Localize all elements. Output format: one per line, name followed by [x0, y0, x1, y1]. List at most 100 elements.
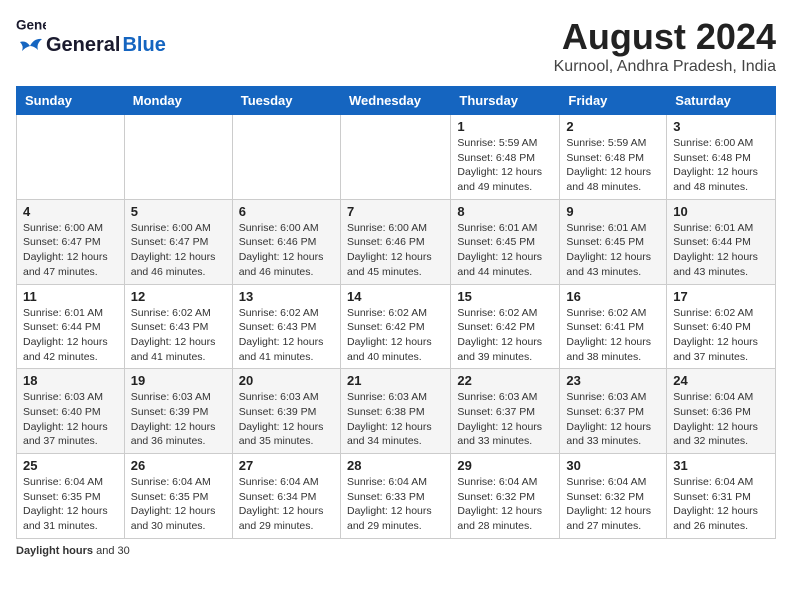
day-info: Sunrise: 6:04 AM Sunset: 6:33 PM Dayligh…	[347, 475, 444, 534]
day-info: Sunrise: 6:02 AM Sunset: 6:42 PM Dayligh…	[457, 306, 553, 365]
calendar-cell: 3 Sunrise: 6:00 AM Sunset: 6:48 PM Daylig…	[667, 115, 776, 200]
day-number: 21	[347, 373, 444, 388]
day-info: Sunrise: 6:01 AM Sunset: 6:44 PM Dayligh…	[673, 221, 769, 280]
weekday-header-row: SundayMondayTuesdayWednesdayThursdayFrid…	[17, 87, 776, 115]
calendar-cell: 25Sunrise: 6:04 AM Sunset: 6:35 PM Dayli…	[17, 454, 125, 539]
day-number: 9	[566, 204, 660, 219]
day-number: 22	[457, 373, 553, 388]
day-number: 10	[673, 204, 769, 219]
day-info: Sunrise: 6:02 AM Sunset: 6:40 PM Dayligh…	[673, 306, 769, 365]
calendar-cell: 12Sunrise: 6:02 AM Sunset: 6:43 PM Dayli…	[124, 284, 232, 369]
day-info: Sunrise: 6:02 AM Sunset: 6:43 PM Dayligh…	[131, 306, 226, 365]
calendar-cell: 11Sunrise: 6:01 AM Sunset: 6:44 PM Dayli…	[17, 284, 125, 369]
calendar-cell: 30Sunrise: 6:04 AM Sunset: 6:32 PM Dayli…	[560, 454, 667, 539]
day-number: 7	[347, 204, 444, 219]
weekday-header-thursday: Thursday	[451, 87, 560, 115]
day-number: 29	[457, 458, 553, 473]
calendar-cell: 14Sunrise: 6:02 AM Sunset: 6:42 PM Dayli…	[340, 284, 450, 369]
day-info: Sunrise: 6:03 AM Sunset: 6:38 PM Dayligh…	[347, 390, 444, 449]
day-number: 19	[131, 373, 226, 388]
calendar-cell: 29 Sunrise: 6:04 AM Sunset: 6:32 PM Dayli…	[451, 454, 560, 539]
calendar-cell: 22 Sunrise: 6:03 AM Sunset: 6:37 PM Dayli…	[451, 369, 560, 454]
calendar-cell: 13 Sunrise: 6:02 AM Sunset: 6:43 PM Dayli…	[232, 284, 340, 369]
weekday-header-tuesday: Tuesday	[232, 87, 340, 115]
day-number: 1	[457, 119, 553, 134]
day-number: 20	[239, 373, 334, 388]
calendar-cell: 8 Sunrise: 6:01 AM Sunset: 6:45 PM Daylig…	[451, 199, 560, 284]
day-info: Sunrise: 6:00 AM Sunset: 6:47 PM Dayligh…	[131, 221, 226, 280]
footer-note: Daylight hours and 30	[16, 545, 776, 557]
calendar-cell: 27 Sunrise: 6:04 AM Sunset: 6:34 PM Dayli…	[232, 454, 340, 539]
day-info: Sunrise: 6:01 AM Sunset: 6:45 PM Dayligh…	[457, 221, 553, 280]
day-number: 18	[23, 373, 118, 388]
day-number: 14	[347, 289, 444, 304]
day-info: Sunrise: 5:59 AM Sunset: 6:48 PM Dayligh…	[457, 136, 553, 195]
day-info: Sunrise: 6:03 AM Sunset: 6:37 PM Dayligh…	[457, 390, 553, 449]
day-info: Sunrise: 6:01 AM Sunset: 6:45 PM Dayligh…	[566, 221, 660, 280]
day-number: 13	[239, 289, 334, 304]
weekday-header-sunday: Sunday	[17, 87, 125, 115]
footer-label: Daylight hours	[16, 545, 93, 557]
calendar-cell: 19Sunrise: 6:03 AM Sunset: 6:39 PM Dayli…	[124, 369, 232, 454]
calendar-cell	[17, 115, 125, 200]
day-info: Sunrise: 6:00 AM Sunset: 6:47 PM Dayligh…	[23, 221, 118, 280]
day-info: Sunrise: 6:00 AM Sunset: 6:48 PM Dayligh…	[673, 136, 769, 195]
calendar-cell: 26 Sunrise: 6:04 AM Sunset: 6:35 PM Dayli…	[124, 454, 232, 539]
calendar-cell: 31Sunrise: 6:04 AM Sunset: 6:31 PM Dayli…	[667, 454, 776, 539]
calendar-cell: 10 Sunrise: 6:01 AM Sunset: 6:44 PM Dayli…	[667, 199, 776, 284]
day-info: Sunrise: 6:03 AM Sunset: 6:40 PM Dayligh…	[23, 390, 118, 449]
day-info: Sunrise: 6:03 AM Sunset: 6:37 PM Dayligh…	[566, 390, 660, 449]
day-info: Sunrise: 5:59 AM Sunset: 6:48 PM Dayligh…	[566, 136, 660, 195]
logo-text-general: General	[46, 34, 120, 57]
day-info: Sunrise: 6:02 AM Sunset: 6:43 PM Dayligh…	[239, 306, 334, 365]
day-number: 27	[239, 458, 334, 473]
week-row-2: 4Sunrise: 6:00 AM Sunset: 6:47 PM Daylig…	[17, 199, 776, 284]
calendar-cell: 18 Sunrise: 6:03 AM Sunset: 6:40 PM Dayli…	[17, 369, 125, 454]
calendar-cell: 17 Sunrise: 6:02 AM Sunset: 6:40 PM Dayli…	[667, 284, 776, 369]
calendar-cell: 16Sunrise: 6:02 AM Sunset: 6:41 PM Dayli…	[560, 284, 667, 369]
title-area: August 2024 Kurnool, Andhra Pradesh, Ind…	[554, 16, 776, 76]
calendar-cell	[232, 115, 340, 200]
day-info: Sunrise: 6:04 AM Sunset: 6:35 PM Dayligh…	[131, 475, 226, 534]
weekday-header-wednesday: Wednesday	[340, 87, 450, 115]
calendar-cell	[340, 115, 450, 200]
day-info: Sunrise: 6:03 AM Sunset: 6:39 PM Dayligh…	[239, 390, 334, 449]
calendar-table: SundayMondayTuesdayWednesdayThursdayFrid…	[16, 86, 776, 539]
day-info: Sunrise: 6:01 AM Sunset: 6:44 PM Dayligh…	[23, 306, 118, 365]
day-number: 16	[566, 289, 660, 304]
calendar-cell: 6Sunrise: 6:00 AM Sunset: 6:46 PM Daylig…	[232, 199, 340, 284]
day-number: 2	[566, 119, 660, 134]
day-number: 6	[239, 204, 334, 219]
logo-bird-icon	[16, 36, 44, 56]
day-info: Sunrise: 6:00 AM Sunset: 6:46 PM Dayligh…	[347, 221, 444, 280]
weekday-header-friday: Friday	[560, 87, 667, 115]
day-info: Sunrise: 6:04 AM Sunset: 6:35 PM Dayligh…	[23, 475, 118, 534]
calendar-cell: 23Sunrise: 6:03 AM Sunset: 6:37 PM Dayli…	[560, 369, 667, 454]
month-title: August 2024	[554, 16, 776, 58]
day-info: Sunrise: 6:04 AM Sunset: 6:32 PM Dayligh…	[457, 475, 553, 534]
calendar-cell: 15 Sunrise: 6:02 AM Sunset: 6:42 PM Dayli…	[451, 284, 560, 369]
day-number: 17	[673, 289, 769, 304]
calendar-cell: 24Sunrise: 6:04 AM Sunset: 6:36 PM Dayli…	[667, 369, 776, 454]
day-number: 15	[457, 289, 553, 304]
day-info: Sunrise: 6:04 AM Sunset: 6:36 PM Dayligh…	[673, 390, 769, 449]
day-number: 26	[131, 458, 226, 473]
day-info: Sunrise: 6:04 AM Sunset: 6:31 PM Dayligh…	[673, 475, 769, 534]
day-number: 5	[131, 204, 226, 219]
page-header: General General Blue August 2024 Kurnool…	[16, 16, 776, 76]
day-number: 3	[673, 119, 769, 134]
logo-icon: General	[16, 16, 46, 34]
week-row-4: 18 Sunrise: 6:03 AM Sunset: 6:40 PM Dayli…	[17, 369, 776, 454]
day-info: Sunrise: 6:04 AM Sunset: 6:34 PM Dayligh…	[239, 475, 334, 534]
calendar-cell	[124, 115, 232, 200]
calendar-cell: 7 Sunrise: 6:00 AM Sunset: 6:46 PM Daylig…	[340, 199, 450, 284]
day-number: 28	[347, 458, 444, 473]
day-info: Sunrise: 6:04 AM Sunset: 6:32 PM Dayligh…	[566, 475, 660, 534]
calendar-cell: 1 Sunrise: 5:59 AM Sunset: 6:48 PM Daylig…	[451, 115, 560, 200]
calendar-cell: 20 Sunrise: 6:03 AM Sunset: 6:39 PM Dayli…	[232, 369, 340, 454]
calendar-cell: 4Sunrise: 6:00 AM Sunset: 6:47 PM Daylig…	[17, 199, 125, 284]
logo-text-blue: Blue	[122, 34, 165, 57]
svg-text:General: General	[16, 18, 46, 33]
calendar-cell: 9 Sunrise: 6:01 AM Sunset: 6:45 PM Daylig…	[560, 199, 667, 284]
day-number: 8	[457, 204, 553, 219]
